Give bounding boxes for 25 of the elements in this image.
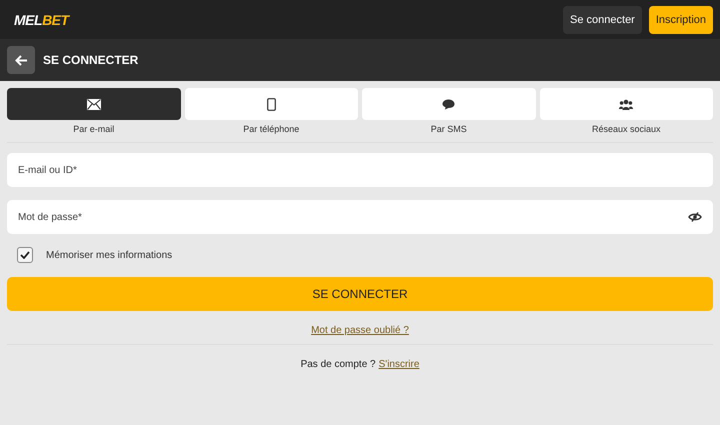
forgot-password-link[interactable]: Mot de passe oublié ? <box>311 325 409 336</box>
tab-label: Par SMS <box>430 124 467 134</box>
tab-label: Par e-mail <box>73 124 114 134</box>
phone-icon <box>266 98 276 110</box>
email-field[interactable]: E-mail ou ID* <box>7 153 713 187</box>
password-field[interactable]: Mot de passe* <box>7 200 713 234</box>
logo: MELBET <box>14 12 69 28</box>
checkmark-icon <box>20 251 30 259</box>
checkbox-label: Mémoriser mes informations <box>46 250 172 260</box>
tab-label: Réseaux sociaux <box>592 124 661 134</box>
login-method-tab[interactable] <box>7 88 180 120</box>
signup-prompt: Pas de compte ? <box>300 359 376 370</box>
login-button[interactable]: Se connecter <box>563 6 642 34</box>
chat-bubble-icon <box>442 98 456 110</box>
checkbox[interactable] <box>17 247 33 263</box>
signup-button[interactable]: Inscription <box>648 6 713 34</box>
page-title: SE CONNECTER <box>43 53 138 67</box>
users-icon <box>619 98 634 110</box>
eye-slash-icon[interactable] <box>688 212 702 222</box>
login-button[interactable]: SE CONNECTER <box>7 277 713 311</box>
tab-label: Par téléphone <box>243 124 300 134</box>
back-arrow-icon <box>14 54 28 66</box>
mail-icon <box>86 98 101 110</box>
back-button[interactable] <box>7 46 35 74</box>
signup-link[interactable]: S'inscrire <box>378 359 420 370</box>
